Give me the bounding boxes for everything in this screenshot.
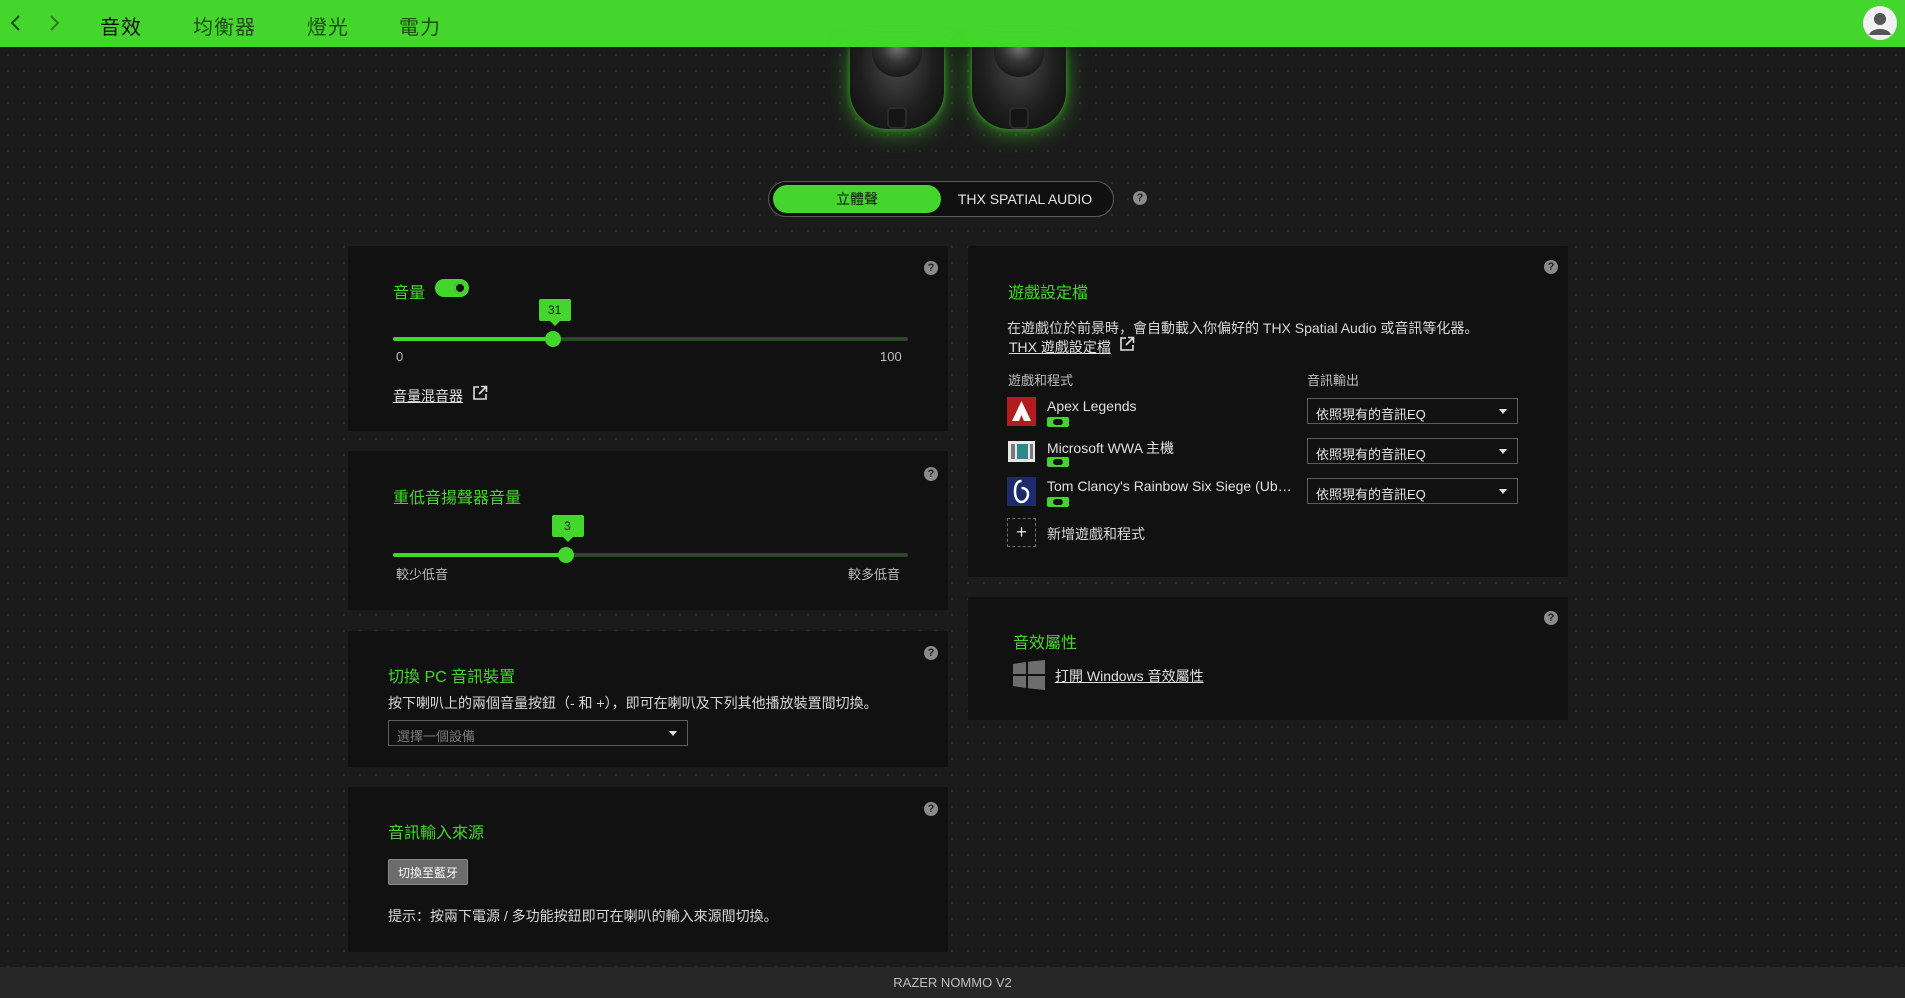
windows-logo-icon <box>1013 660 1045 690</box>
output-column-header: 音訊輸出 <box>1307 373 1360 388</box>
game-output-value: 依照現有的音訊EQ <box>1316 407 1426 422</box>
gamepad-badge-icon <box>1047 457 1069 467</box>
add-game-plus-icon[interactable]: + <box>1007 518 1036 547</box>
games-column-header: 遊戲和程式 <box>1008 373 1074 388</box>
subwoofer-slider-thumb[interactable] <box>557 547 574 563</box>
game-name: Microsoft WWA 主機 <box>1047 440 1175 456</box>
tab-equalizer[interactable]: 均衡器 <box>193 11 256 40</box>
chevron-down-icon <box>1499 449 1507 454</box>
chevron-down-icon <box>1499 409 1507 414</box>
volume-toggle[interactable] <box>435 279 469 297</box>
game-profiles-description: 在遊戲位於前景時，會自動載入你偏好的 THX Spatial Audio 或音訊… <box>1007 320 1479 336</box>
game-profiles-help-icon[interactable]: ? <box>1544 260 1558 274</box>
switch-to-bluetooth-button[interactable]: 切換至藍牙 <box>388 859 468 885</box>
pc-audio-title: 切換 PC 音訊裝置 <box>388 669 516 686</box>
user-avatar-icon[interactable] <box>1863 6 1897 40</box>
right-speaker-image <box>972 47 1066 129</box>
sound-properties-panel <box>968 597 1568 720</box>
chevron-down-icon <box>669 731 677 736</box>
volume-slider[interactable]: 31 <box>393 299 908 347</box>
volume-max-label: 100 <box>880 349 902 364</box>
microsoft-wwa-icon <box>1008 441 1035 462</box>
volume-min-label: 0 <box>396 349 404 364</box>
tab-power[interactable]: 電力 <box>399 11 441 40</box>
volume-help-icon[interactable]: ? <box>924 261 938 275</box>
stereo-mode-button[interactable]: 立體聲 <box>773 185 941 213</box>
subwoofer-slider[interactable]: 3 <box>393 515 908 563</box>
volume-slider-thumb[interactable] <box>544 331 561 347</box>
thx-spatial-audio-button[interactable]: THX SPATIAL AUDIO <box>941 185 1109 213</box>
external-link-icon[interactable] <box>472 385 488 401</box>
subwoofer-max-label: 較多低音 <box>848 567 901 582</box>
top-nav-bar: 音效 均衡器 燈光 電力 <box>0 0 1905 47</box>
game-name: Tom Clancy's Rainbow Six Siege (Ubisoft) <box>1047 478 1294 494</box>
rainbow-six-icon <box>1007 477 1036 506</box>
pc-audio-description: 按下喇叭上的兩個音量按鈕（- 和 +），即可在喇叭及下列其他播放裝置間切換。 <box>388 695 878 711</box>
sound-properties-help-icon[interactable]: ? <box>1544 611 1558 625</box>
pc-audio-select-placeholder: 選擇一個設備 <box>397 729 476 744</box>
subwoofer-help-icon[interactable]: ? <box>924 467 938 481</box>
volume-value-badge: 31 <box>538 299 571 326</box>
pc-audio-device-select[interactable]: 選擇一個設備 <box>388 720 688 746</box>
game-output-select[interactable]: 依照現有的音訊EQ <box>1307 438 1518 464</box>
game-output-select[interactable]: 依照現有的音訊EQ <box>1307 478 1518 504</box>
game-output-select[interactable]: 依照現有的音訊EQ <box>1307 398 1518 424</box>
tab-lighting[interactable]: 燈光 <box>307 11 349 40</box>
subwoofer-title: 重低音揚聲器音量 <box>393 490 522 507</box>
open-windows-sound-properties-link[interactable]: 打開 Windows 音效屬性 <box>1055 666 1204 686</box>
gamepad-badge-icon <box>1047 417 1069 427</box>
subwoofer-value-badge: 3 <box>551 515 584 542</box>
game-profiles-title: 遊戲設定檔 <box>1008 285 1089 302</box>
tab-audio[interactable]: 音效 <box>100 11 142 40</box>
thx-game-profiles-link[interactable]: THX 遊戲設定檔 <box>1009 337 1111 357</box>
mode-help-icon[interactable]: ? <box>1133 191 1147 205</box>
subwoofer-min-label: 較少低音 <box>396 567 449 582</box>
game-name: Apex Legends <box>1047 398 1137 414</box>
sound-properties-title: 音效屬性 <box>1013 635 1078 652</box>
apex-legends-icon <box>1007 397 1036 426</box>
gamepad-badge-icon <box>1047 497 1069 507</box>
back-arrow-icon[interactable] <box>4 10 28 36</box>
volume-title: 音量 <box>393 285 426 302</box>
volume-mixer-link[interactable]: 音量混音器 <box>393 386 463 406</box>
left-speaker-image <box>850 47 944 129</box>
chevron-down-icon <box>1499 489 1507 494</box>
external-link-icon[interactable] <box>1119 336 1135 352</box>
audio-input-help-icon[interactable]: ? <box>924 802 938 816</box>
pc-audio-help-icon[interactable]: ? <box>924 646 938 660</box>
add-game-label[interactable]: 新增遊戲和程式 <box>1047 524 1145 544</box>
audio-input-title: 音訊輸入來源 <box>388 825 485 842</box>
audio-mode-switch: 立體聲 THX SPATIAL AUDIO <box>768 181 1114 217</box>
subwoofer-panel <box>348 451 948 610</box>
forward-arrow-icon[interactable] <box>42 10 66 36</box>
audio-input-hint: 提示：按兩下電源 / 多功能按鈕即可在喇叭的輸入來源間切換。 <box>388 908 778 924</box>
device-name-footer: RAZER NOMMO V2 <box>0 967 1905 998</box>
game-output-value: 依照現有的音訊EQ <box>1316 487 1426 502</box>
game-output-value: 依照現有的音訊EQ <box>1316 447 1426 462</box>
